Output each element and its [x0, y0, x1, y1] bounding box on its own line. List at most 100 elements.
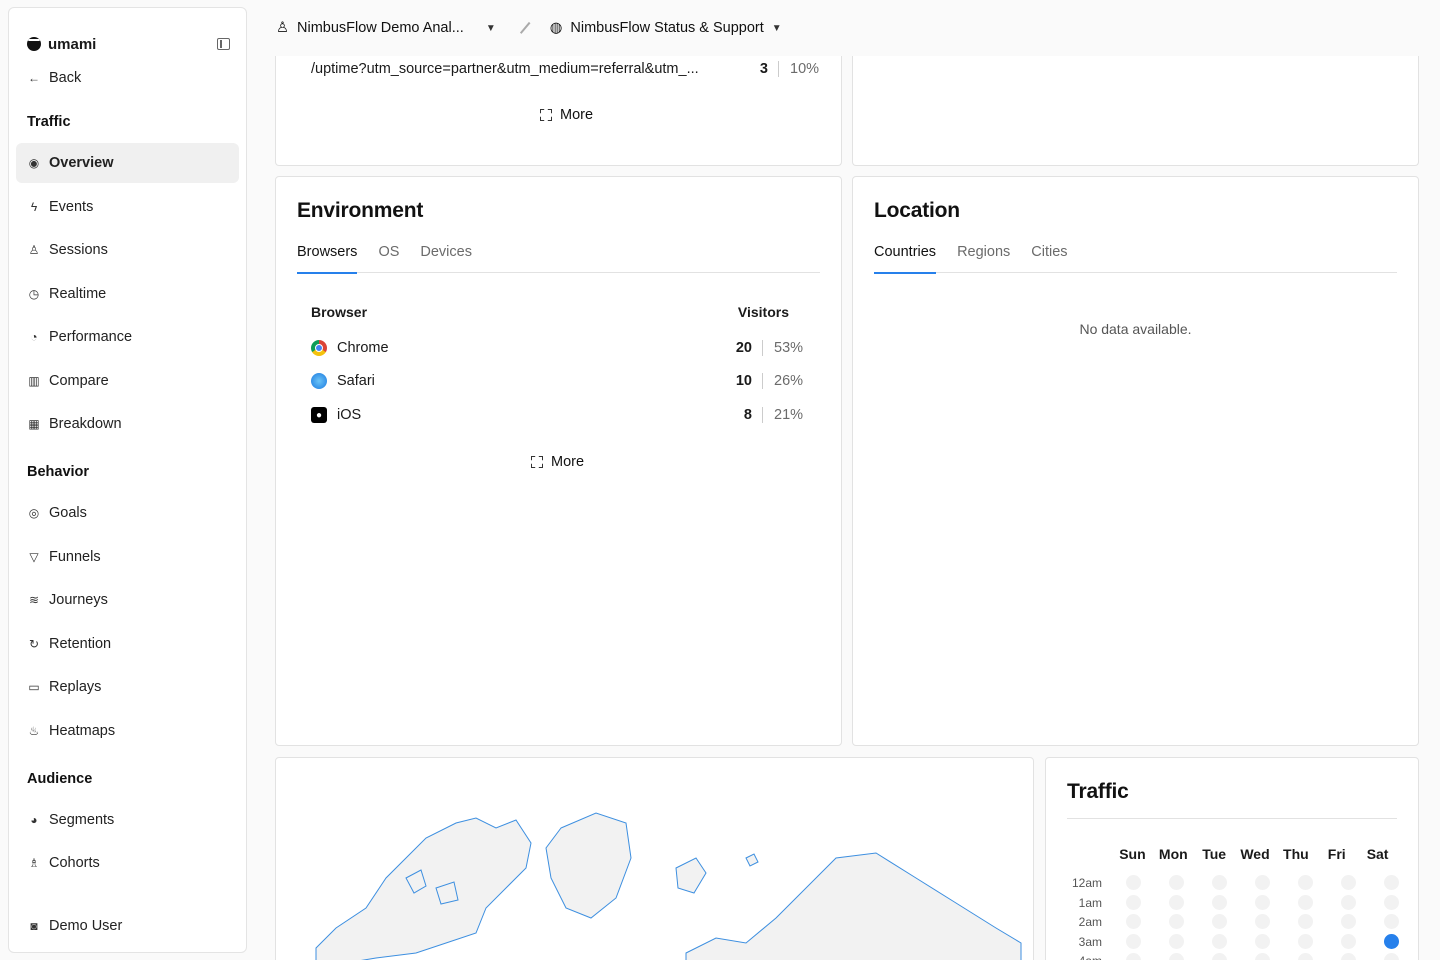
- sidebar-item-label: Journeys: [49, 592, 108, 608]
- sidebar-item-label: Replays: [49, 679, 102, 695]
- sidebar-item-label: Sessions: [49, 242, 108, 258]
- route-icon: ≋: [28, 593, 40, 607]
- user-menu[interactable]: ◙ Demo User: [16, 906, 239, 946]
- sidebar-item-breakdown[interactable]: ▦ Breakdown: [16, 404, 239, 444]
- table-header: Browser Visitors: [311, 304, 789, 320]
- row-visitors: 3: [759, 61, 768, 77]
- location-card: Location Countries Regions Cities No dat…: [852, 176, 1419, 746]
- sidebar-item-goals[interactable]: ◎ Goals: [16, 493, 239, 533]
- heatmap-cell: [1126, 895, 1141, 910]
- sidebar-item-retention[interactable]: ↻ Retention: [16, 624, 239, 664]
- hour-label: 1am: [1078, 895, 1102, 910]
- day-label: Fri: [1327, 846, 1346, 862]
- heatmap-cell: [1255, 895, 1270, 910]
- row-visitors: 10: [735, 373, 752, 389]
- tab-devices[interactable]: Devices: [420, 244, 472, 273]
- world-map[interactable]: [276, 758, 1034, 960]
- tab-countries[interactable]: Countries: [874, 244, 937, 274]
- heatmap-cell: [1341, 953, 1356, 960]
- table-row[interactable]: Safari 10 26%: [311, 370, 805, 392]
- sidebar-item-performance[interactable]: ◔ Performance: [16, 317, 239, 357]
- sidebar-toggle-icon[interactable]: [217, 38, 230, 50]
- heatmap-cell-active[interactable]: [1384, 934, 1399, 949]
- heatmap-row: 2am: [1066, 914, 1413, 929]
- heatmap-cell: [1298, 875, 1313, 890]
- tab-cities[interactable]: Cities: [1031, 244, 1067, 273]
- expand-icon: [531, 456, 543, 468]
- sidebar-item-heatmaps[interactable]: ♨ Heatmaps: [16, 711, 239, 751]
- sidebar-item-label: Heatmaps: [49, 723, 116, 739]
- section-traffic: Traffic: [27, 114, 71, 130]
- more-button[interactable]: More: [531, 454, 584, 470]
- table-row[interactable]: Chrome 20 53%: [311, 337, 805, 359]
- column-browser: Browser: [311, 304, 368, 320]
- table-row[interactable]: ● iOS 8 21%: [311, 404, 805, 426]
- sidebar-item-label: Events: [49, 199, 94, 215]
- row-label: iOS: [337, 407, 362, 423]
- tab-regions[interactable]: Regions: [957, 244, 1010, 273]
- chevron-down-icon: ▼: [771, 22, 782, 34]
- sidebar-item-replays[interactable]: ▭ Replays: [16, 667, 239, 707]
- row-percent: 21%: [762, 407, 805, 423]
- row-visitors: 20: [735, 340, 752, 356]
- sidebar-item-label: Realtime: [49, 286, 107, 302]
- sidebar-item-cohorts[interactable]: ♗ Cohorts: [16, 843, 239, 883]
- compare-icon: ▥: [28, 374, 40, 388]
- north-america-shape: [315, 817, 532, 960]
- row-percent: 26%: [762, 373, 805, 389]
- sidebar-item-realtime[interactable]: ◷ Realtime: [16, 274, 239, 314]
- heatmap-cell: [1255, 953, 1270, 960]
- sidebar-header: umami: [27, 30, 230, 58]
- app-name: umami: [48, 35, 97, 53]
- sidebar-item-events[interactable]: ϟ Events: [16, 187, 239, 227]
- funnel-icon: ▽: [29, 550, 39, 564]
- heatmap-cell: [1298, 934, 1313, 949]
- sidebar-item-sessions[interactable]: ♙ Sessions: [16, 230, 239, 270]
- heatmap-cell: [1255, 875, 1270, 890]
- more-label: More: [560, 107, 594, 123]
- sidebar-item-label: Overview: [49, 155, 114, 171]
- heatmap-row: 1am: [1066, 895, 1413, 910]
- sidebar-item-overview[interactable]: ◉ Overview: [16, 143, 239, 183]
- team-selector[interactable]: ♙ NimbusFlow Demo Anal... ▼: [276, 20, 496, 36]
- heatmap-cell: [1126, 934, 1141, 949]
- tab-os[interactable]: OS: [378, 244, 399, 273]
- chevron-down-icon: ▼: [485, 22, 496, 34]
- heatmap-cell: [1169, 934, 1184, 949]
- tab-browsers[interactable]: Browsers: [297, 244, 358, 274]
- app-logo[interactable]: umami: [27, 36, 96, 53]
- heatmap-cell: [1126, 953, 1141, 960]
- more-button[interactable]: More: [540, 107, 593, 123]
- umami-logo-icon: [27, 37, 41, 51]
- sidebar-item-segments[interactable]: ◕ Segments: [16, 800, 239, 840]
- card-title: Location: [874, 199, 960, 222]
- arrow-left-icon: ←: [28, 71, 40, 85]
- website-selector[interactable]: ◍ NimbusFlow Status & Support ▼: [550, 20, 782, 36]
- card-title: Traffic: [1067, 780, 1129, 803]
- heatmap-days: Sun Mon Tue Wed Thu Fri Sat: [1112, 846, 1398, 862]
- day-label: Thu: [1283, 846, 1309, 862]
- day-label: Sat: [1366, 846, 1389, 862]
- heatmap-cell: [1384, 914, 1399, 929]
- team-name: NimbusFlow Demo Anal...: [297, 20, 464, 36]
- row-percent: 53%: [762, 340, 805, 356]
- heatmap-cell: [1212, 895, 1227, 910]
- sidebar-item-funnels[interactable]: ▽ Funnels: [16, 537, 239, 577]
- heatmap-cell: [1212, 934, 1227, 949]
- bolt-icon: ϟ: [30, 200, 38, 214]
- globe-icon: ◍: [549, 20, 563, 36]
- heatmap-cell: [1255, 934, 1270, 949]
- section-audience: Audience: [27, 771, 93, 787]
- heatmap-cell: [1298, 953, 1313, 960]
- sidebar-item-label: Compare: [49, 373, 109, 389]
- sidebar-item-journeys[interactable]: ≋ Journeys: [16, 580, 239, 620]
- back-button[interactable]: ← Back: [16, 58, 239, 98]
- sidebar-item-compare[interactable]: ▥ Compare: [16, 361, 239, 401]
- chrome-icon: [311, 340, 327, 356]
- users-icon: ♗: [28, 856, 40, 870]
- hour-label: 12am: [1071, 875, 1102, 890]
- table-row[interactable]: /uptime?utm_source=partner&utm_medium=re…: [311, 58, 821, 80]
- heatmap-cell: [1384, 953, 1399, 960]
- heatmap-cell: [1169, 953, 1184, 960]
- row-visitors: 8: [743, 407, 752, 423]
